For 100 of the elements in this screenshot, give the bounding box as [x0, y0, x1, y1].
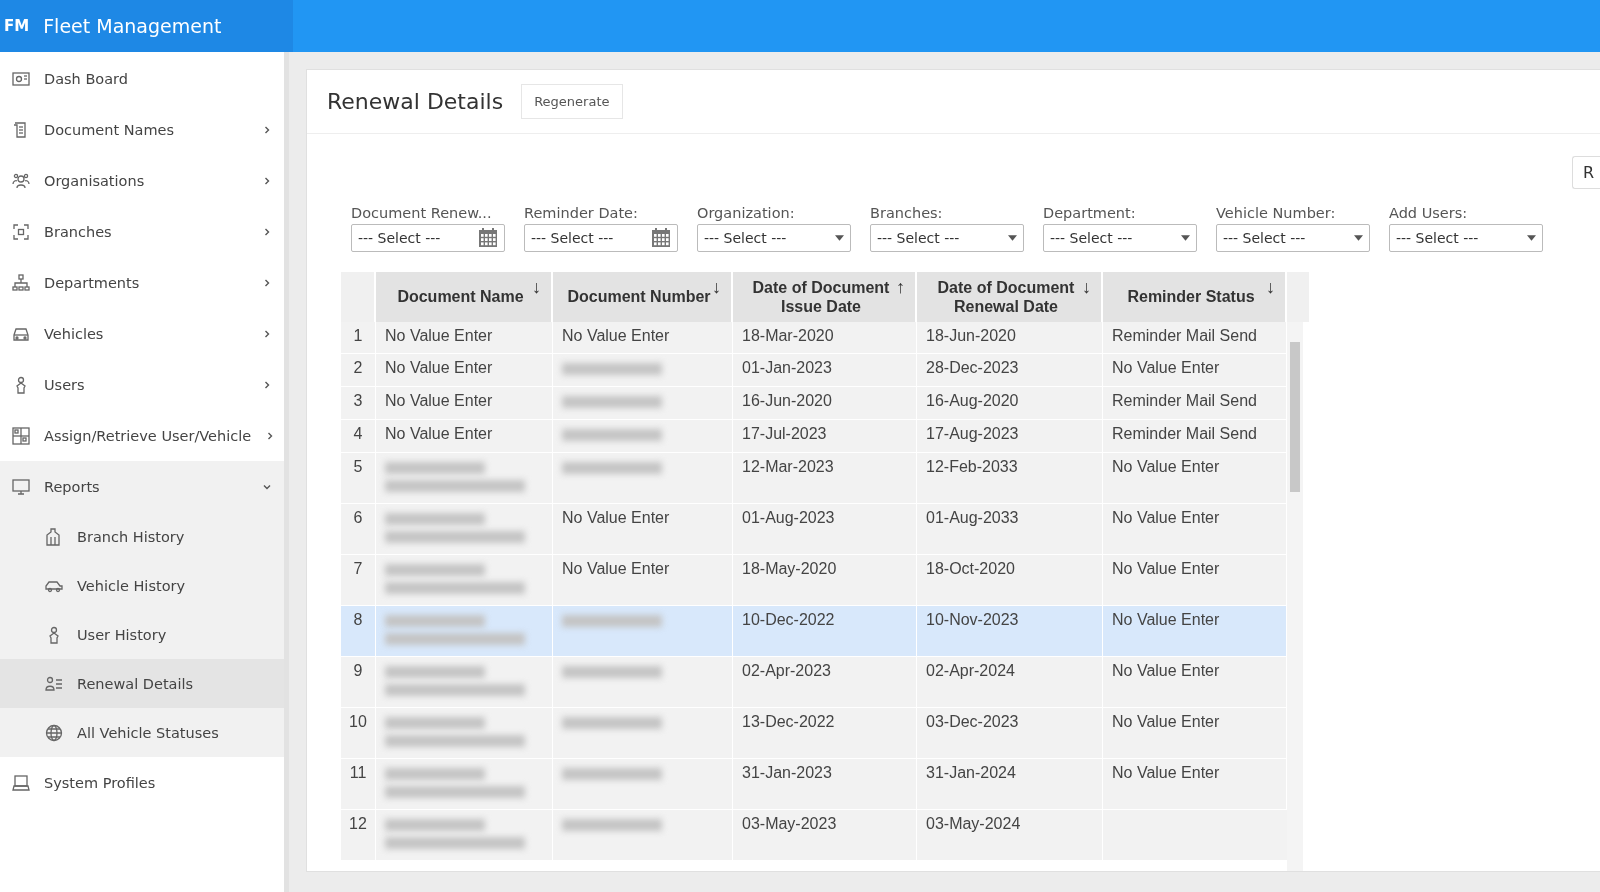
table-cell: 01-Aug-2023	[742, 509, 835, 526]
table-cell: 16-Aug-2020	[926, 392, 1019, 409]
table-cell: No Value Enter	[1112, 662, 1220, 679]
row-number: 3	[341, 387, 376, 419]
table-cell: 03-May-2023	[742, 815, 837, 832]
table-cell: No Value Enter	[1112, 611, 1220, 628]
table-cell: 17-Jul-2023	[742, 425, 827, 442]
date-field[interactable]: --- Select ---	[351, 224, 505, 252]
table-row[interactable]: 9 02-Apr-2023 02-Apr-2024 No Value Enter	[341, 657, 1287, 708]
table-row[interactable]: 6 No Value Enter 01-Aug-2023 01-Aug-2033 No Value Enter	[341, 504, 1287, 555]
grid-icon	[12, 426, 30, 445]
table-cell: 13-Dec-2022	[742, 713, 835, 730]
select-dropdown[interactable]: --- Select ---	[1389, 224, 1543, 252]
page-title: Renewal Details	[327, 89, 504, 114]
sidebar-item[interactable]: Assign/Retrieve User/Vehicle	[0, 410, 284, 461]
sidebar-item[interactable]: Organisations	[0, 155, 284, 206]
column-header[interactable]: Date of Document Issue Date ↑	[733, 272, 917, 322]
select-dropdown[interactable]: --- Select ---	[697, 224, 851, 252]
sidebar-item[interactable]: Vehicles	[0, 308, 284, 359]
table-cell: 12-Feb-2033	[926, 458, 1018, 475]
sidebar-item[interactable]: Branches	[0, 206, 284, 257]
hierarchy-icon	[12, 273, 30, 292]
table-cell: No Value Enter	[385, 392, 493, 409]
table-cell: Reminder Mail Send	[1112, 425, 1257, 442]
globe-icon	[45, 723, 63, 742]
table-cell: No Value Enter	[385, 327, 493, 344]
app-title: Fleet Management	[43, 15, 222, 37]
date-field[interactable]: --- Select ---	[524, 224, 678, 252]
dashboard-icon	[12, 69, 30, 88]
column-header[interactable]: Date of Document Renewal Date ↓	[917, 272, 1103, 322]
caret-icon	[1354, 235, 1363, 241]
table-cell: 18-Mar-2020	[742, 327, 834, 344]
sidebar-item[interactable]: Document Names	[0, 104, 284, 155]
people-icon	[12, 171, 30, 190]
calendar-icon	[651, 228, 671, 248]
table-cell: 18-Oct-2020	[926, 560, 1015, 577]
row-number: 10	[341, 708, 376, 758]
sidebar-item[interactable]: Dash Board	[0, 53, 284, 104]
table-cell: No Value Enter	[562, 327, 670, 344]
chevron-right-icon	[262, 379, 272, 390]
table-row[interactable]: 8 10-Dec-2022 10-Nov-2023 No Value Enter	[341, 606, 1287, 657]
app-logo: FM	[4, 17, 30, 35]
sidebar-subitem[interactable]: Renewal Details	[0, 659, 284, 708]
table-row[interactable]: 5 12-Mar-2023 12-Feb-2033 No Value Enter	[341, 453, 1287, 504]
row-number: 1	[341, 322, 376, 353]
sidebar-subitem[interactable]: User History	[0, 610, 284, 659]
table-row[interactable]: 7 No Value Enter 18-May-2020 18-Oct-2020 No Value Enter	[341, 555, 1287, 606]
table-cell: No Value Enter	[1112, 560, 1220, 577]
filter-label: Document Renew...	[351, 205, 493, 221]
partial-button[interactable]: R	[1571, 156, 1600, 189]
regenerate-button[interactable]: Regenerate	[521, 84, 623, 119]
chevron-right-icon	[262, 175, 272, 186]
filter-label: Reminder Date:	[524, 205, 639, 221]
column-header[interactable]: Reminder Status ↓	[1103, 272, 1287, 322]
row-number: 11	[341, 759, 376, 809]
select-dropdown[interactable]: --- Select ---	[1216, 224, 1370, 252]
table-cell: 17-Aug-2023	[926, 425, 1019, 442]
filter-label: Department:	[1043, 205, 1137, 221]
table-cell: No Value Enter	[1112, 713, 1220, 730]
table-row[interactable]: 11 31-Jan-2023 31-Jan-2024 No Value Enter	[341, 759, 1287, 810]
table-row[interactable]: 10 13-Dec-2022 03-Dec-2023 No Value Enter	[341, 708, 1287, 759]
sidebar-item[interactable]: Departments	[0, 257, 284, 308]
sidebar-item[interactable]: Reports	[0, 461, 284, 512]
select-dropdown[interactable]: --- Select ---	[1043, 224, 1197, 252]
column-header[interactable]: Document Name ↓	[376, 272, 553, 322]
table-row[interactable]: 2 No Value Enter 01-Jan-2023 28-Dec-2023 No Value Enter	[341, 354, 1287, 387]
table-cell: 31-Jan-2023	[742, 764, 832, 781]
monitor-icon	[12, 477, 30, 496]
filter-label: Add Users:	[1389, 205, 1469, 221]
row-number: 9	[341, 657, 376, 707]
table-cell: 03-Dec-2023	[926, 713, 1019, 730]
sidebar-item[interactable]: System Profiles	[0, 757, 284, 808]
caret-icon	[1527, 235, 1536, 241]
table-cell: No Value Enter	[385, 359, 493, 376]
caret-icon	[1181, 235, 1190, 241]
row-number: 12	[341, 810, 376, 860]
select-dropdown[interactable]: --- Select ---	[870, 224, 1024, 252]
table-cell: 02-Apr-2023	[742, 662, 831, 679]
row-number: 8	[341, 606, 376, 656]
chevron-right-icon	[262, 277, 272, 288]
table-cell: Reminder Mail Send	[1112, 327, 1257, 344]
table-row[interactable]: 1 No Value Enter No Value Enter 18-Mar-2020 18-Jun-2020 Reminder Mail Send	[341, 322, 1287, 354]
sidebar-subitem[interactable]: Vehicle History	[0, 561, 284, 610]
row-number: 5	[341, 453, 376, 503]
sidebar-item[interactable]: Users	[0, 359, 284, 410]
table-cell: 18-Jun-2020	[926, 327, 1016, 344]
table-row[interactable]: 3 No Value Enter 16-Jun-2020 16-Aug-2020 Reminder Mail Send	[341, 387, 1287, 420]
table-row[interactable]: 12 03-May-2023 03-May-2024	[341, 810, 1287, 861]
row-number: 6	[341, 504, 376, 554]
sidebar-subitem[interactable]: All Vehicle Statuses	[0, 708, 284, 757]
filter-label: Vehicle Number:	[1216, 205, 1337, 221]
chevron-right-icon	[262, 124, 272, 135]
table-row[interactable]: 4 No Value Enter 17-Jul-2023 17-Aug-2023 Reminder Mail Send	[341, 420, 1287, 453]
laptop-icon	[12, 773, 30, 792]
calendar-icon	[478, 228, 498, 248]
sidebar-subitem[interactable]: Branch History	[0, 512, 284, 561]
scrollbar[interactable]	[1287, 322, 1303, 871]
table-cell: 12-Mar-2023	[742, 458, 834, 475]
branches-icon	[12, 222, 30, 241]
table-cell: 03-May-2024	[926, 815, 1021, 832]
